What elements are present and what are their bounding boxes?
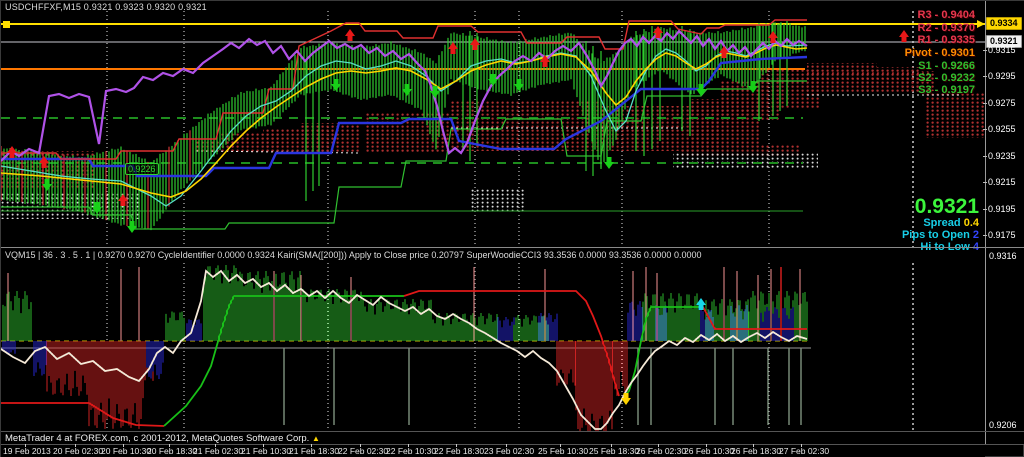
- date-tick-mark: [506, 444, 507, 447]
- date-tick-label: 22 Feb 02:30: [338, 446, 388, 456]
- date-tick-mark: [311, 444, 312, 447]
- indicator-axis-max: 0.9316: [989, 251, 1017, 261]
- date-tick-mark: [360, 444, 361, 447]
- date-tick-mark: [75, 444, 76, 447]
- mt4-chart-window: USDCHFFXF,M15 0.9321 0.9323 0.9320 0.932…: [0, 0, 1024, 457]
- price-axis[interactable]: 0.9334 0.9321 0.93150.92950.92750.92550.…: [985, 1, 1024, 445]
- date-tick-label: 25 Feb 10:30: [538, 446, 588, 456]
- spread-value: 0.4: [964, 217, 979, 229]
- date-tick-label: 27 Feb 02:30: [779, 446, 829, 456]
- date-tick-mark: [25, 444, 26, 447]
- date-tick-mark: [123, 444, 124, 447]
- pivot-label: R1 - 0.9335: [918, 34, 975, 46]
- connection-icon: ▲: [312, 434, 320, 443]
- status-bar: MetaTrader 4 at FOREX.com, c 2001-2012, …: [5, 433, 320, 444]
- date-tick-mark: [169, 444, 170, 447]
- main-price-chart[interactable]: [1, 1, 985, 247]
- price-tick: 0.9275: [988, 98, 1016, 108]
- indicator-panel[interactable]: [1, 263, 985, 431]
- price-tick: 0.9215: [988, 177, 1016, 187]
- ichimoku-cloud-white: [673, 153, 818, 169]
- date-tick-label: 26 Feb 10:30: [684, 446, 734, 456]
- price-tick: 0.9315: [988, 45, 1016, 55]
- date-tick-mark: [215, 444, 216, 447]
- indicator-header-label: VQM15 | 36 . 3 . 5 . 1 | 0.9270 0.9270 C…: [5, 250, 701, 260]
- current-price-display: 0.9321: [902, 197, 979, 217]
- alert-line-handle[interactable]: [3, 21, 10, 28]
- date-tick-label: 26 Feb 02:30: [636, 446, 686, 456]
- pivot-label: S2 - 0.9232: [918, 72, 975, 84]
- pivot-label: Pivot - 0.9301: [905, 47, 975, 59]
- price-tick: 0.9195: [988, 204, 1016, 214]
- date-tick-mark: [263, 444, 264, 447]
- date-tick-mark: [560, 444, 561, 447]
- date-tick-label: 21 Feb 02:30: [193, 446, 243, 456]
- pips-to-open-value: 2: [973, 229, 979, 241]
- spread-row: Spread 0.4: [902, 217, 979, 229]
- date-tick-label: 20 Feb 10:30: [101, 446, 151, 456]
- date-tick-label: 20 Feb 18:30: [147, 446, 197, 456]
- panel-splitter[interactable]: [1, 247, 1024, 248]
- date-tick-mark: [456, 444, 457, 447]
- date-tick-label: 25 Feb 18:30: [589, 446, 639, 456]
- date-tick-label: 21 Feb 10:30: [241, 446, 291, 456]
- status-divider: [1, 431, 1024, 432]
- pivot-label: S1 - 0.9266: [918, 60, 975, 72]
- pivot-label: R2 - 0.9370: [918, 22, 975, 34]
- symbol-ohlc-label: USDCHFFXF,M15 0.9321 0.9323 0.9320 0.932…: [5, 2, 207, 12]
- price-annotation-box: 0.9226: [125, 163, 159, 175]
- date-tick-mark: [801, 444, 802, 447]
- date-tick-mark: [408, 444, 409, 447]
- date-tick-mark: [706, 444, 707, 447]
- date-tick-label: 26 Feb 18:30: [731, 446, 781, 456]
- date-axis[interactable]: 19 Feb 201320 Feb 02:3020 Feb 10:3020 Fe…: [1, 445, 985, 457]
- pips-to-open-row: Pips to Open 2: [902, 229, 979, 241]
- date-tick-label: 22 Feb 18:30: [434, 446, 484, 456]
- date-tick-label: 19 Feb 2013: [3, 446, 51, 456]
- price-tick: 0.9295: [988, 71, 1016, 81]
- date-tick-label: 22 Feb 10:30: [386, 446, 436, 456]
- quote-panel: 0.9321 Spread 0.4 Pips to Open 2 Hi to L…: [902, 197, 979, 253]
- price-tick: 0.9235: [988, 151, 1016, 161]
- ichimoku-cloud-red: [926, 93, 985, 138]
- ichimoku-cloud-white: [469, 189, 524, 213]
- date-tick-mark: [611, 444, 612, 447]
- price-tick: 0.9255: [988, 124, 1016, 134]
- pivot-label: R3 - 0.9404: [918, 9, 975, 21]
- date-tick-label: 20 Feb 02:30: [53, 446, 103, 456]
- pivot-label: S3 - 0.9197: [918, 84, 975, 96]
- date-tick-mark: [658, 444, 659, 447]
- price-tick: 0.9175: [988, 230, 1016, 240]
- date-tick-label: 21 Feb 18:30: [289, 446, 339, 456]
- alert-price-tag: 0.9334: [986, 17, 1022, 30]
- date-tick-mark: [753, 444, 754, 447]
- indicator-axis-min: 0.9206: [989, 420, 1017, 430]
- date-tick-label: 23 Feb 02:30: [484, 446, 534, 456]
